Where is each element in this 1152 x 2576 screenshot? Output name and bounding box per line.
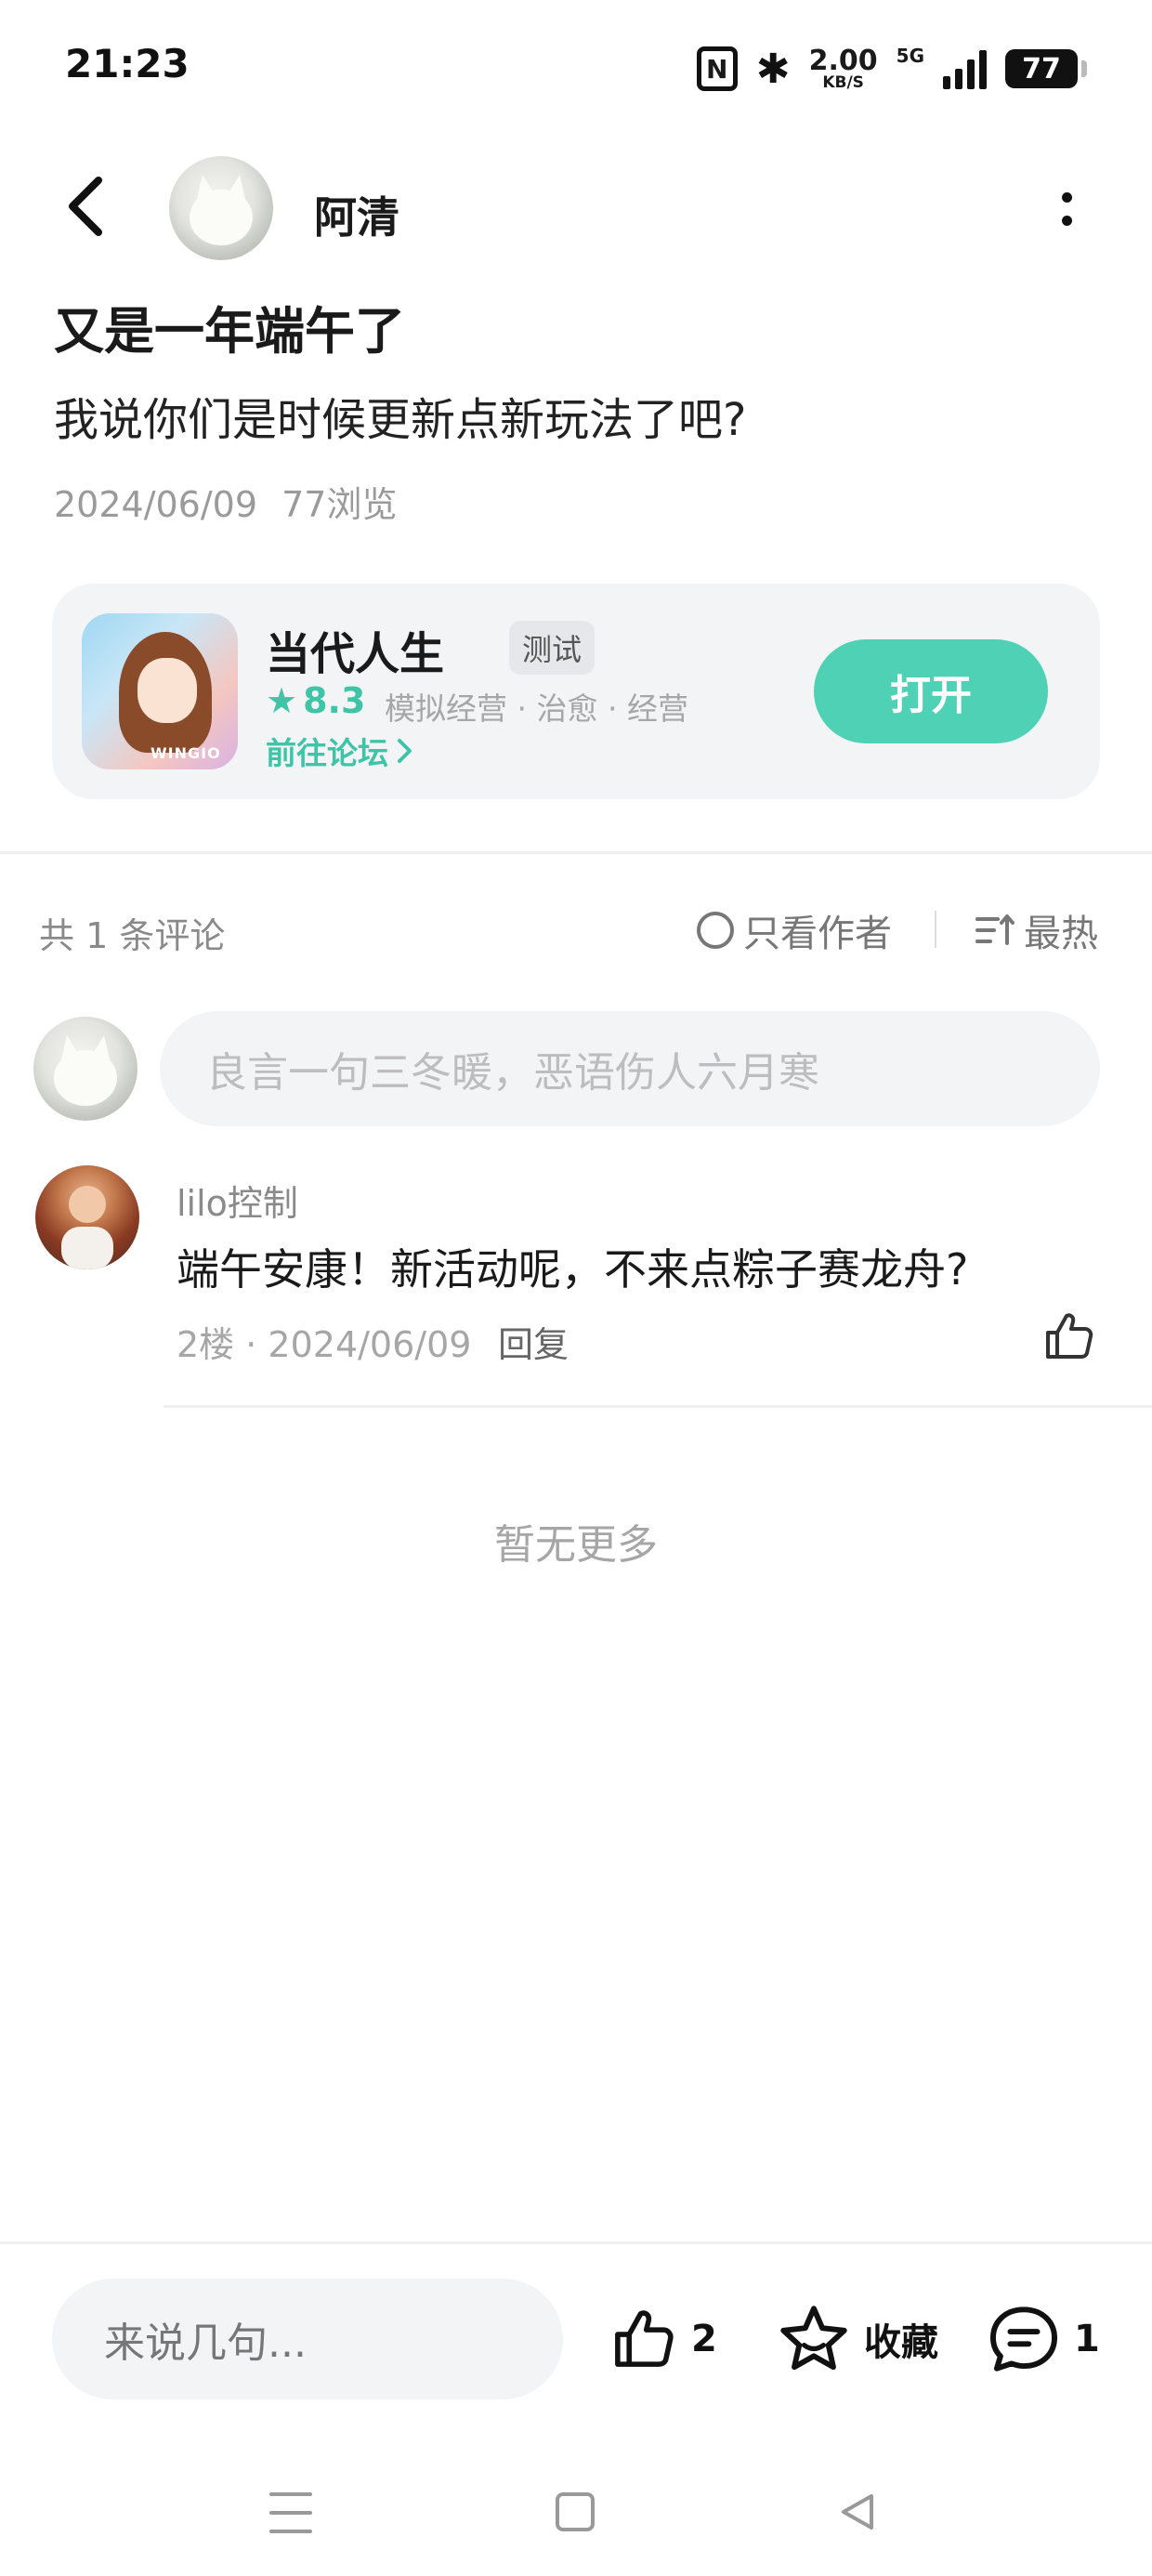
star-icon: ★ (266, 680, 298, 721)
chevron-right-icon (398, 739, 412, 763)
comment-count: 共 1 条评论 (39, 915, 226, 956)
triangle-back-icon (842, 2494, 873, 2530)
person-avatar-image (61, 1186, 113, 1269)
comment-input[interactable]: 良言一句三冬暖，恶语伤人六月寒 (160, 1011, 1100, 1126)
radio-circle-icon (697, 912, 734, 949)
more-button[interactable] (1050, 186, 1083, 232)
app-card[interactable]: WINGIO 当代人生 测试 ★ 8.3 模拟经营 · 治愈 · 经营 前往论坛… (52, 584, 1100, 799)
speech-bubble-icon (989, 2307, 1058, 2372)
section-divider (0, 851, 1152, 854)
forum-link[interactable]: 前往论坛 (266, 729, 414, 773)
forum-link-label: 前往论坛 (266, 735, 388, 771)
comment-count-badge: 1 (1074, 2318, 1100, 2360)
commenter-name[interactable]: lilo控制 (177, 1175, 298, 1226)
system-nav-bar (0, 2453, 1152, 2576)
author-avatar[interactable] (169, 156, 273, 260)
chevron-left-icon (69, 177, 102, 236)
header-separator (935, 911, 936, 948)
post-meta: 2024/06/09 77浏览 (54, 476, 397, 527)
back-button[interactable] (58, 173, 113, 240)
vertical-dots-icon (1061, 192, 1072, 203)
thumbs-up-icon (615, 2310, 674, 2367)
signal-icon (943, 48, 987, 89)
battery-icon: 77 (1005, 49, 1087, 88)
cat-avatar-image (190, 175, 253, 245)
author-only-label: 只看作者 (743, 913, 892, 955)
open-app-button[interactable]: 打开 (814, 639, 1048, 743)
comment-text: 端午安康！新活动呢，不来点粽子赛龙舟? (177, 1244, 969, 1295)
nfc-icon: N (696, 46, 738, 91)
bluetooth-icon: ✱ (755, 45, 791, 93)
post-views: 77浏览 (281, 484, 398, 525)
network-speed-value: 2.00 (808, 44, 878, 77)
favorite-button[interactable]: 收藏 (777, 2305, 938, 2373)
comment-meta: 2楼 · 2024/06/09 (177, 1324, 472, 1365)
quick-comment-input[interactable]: 来说几句... (52, 2279, 563, 2399)
app-tags: 模拟经营 · 治愈 · 经营 (385, 690, 688, 727)
network-speed: 2.00 KB/S (808, 44, 878, 92)
like-button[interactable]: 2 (608, 2305, 717, 2373)
sort-label: 最热 (1024, 913, 1098, 955)
app-icon: WINGIO (82, 613, 238, 769)
reply-button[interactable]: 回复 (498, 1316, 569, 1367)
commenter-avatar[interactable] (35, 1165, 139, 1269)
post-title: 又是一年端午了 (54, 302, 405, 361)
network-type: 5G (896, 45, 924, 67)
bottom-divider (0, 2241, 1152, 2244)
my-avatar (33, 1017, 137, 1121)
nav-home-button[interactable] (556, 2492, 595, 2531)
sort-icon (975, 914, 1015, 945)
status-icons: N ✱ 2.00 KB/S 5G 77 (696, 41, 1087, 97)
post-body: 我说你们是时候更新点新玩法了吧? (54, 394, 747, 446)
cat-avatar-image (54, 1035, 117, 1106)
like-count: 2 (691, 2318, 717, 2360)
status-time: 21:23 (65, 41, 190, 86)
no-more-text: 暂无更多 (494, 1521, 658, 1569)
menu-icon (269, 2492, 312, 2496)
star-outline-icon (780, 2306, 847, 2371)
thumbs-up-icon (1046, 1313, 1093, 1359)
favorite-label: 收藏 (864, 2321, 938, 2364)
nav-back-button[interactable] (836, 2491, 879, 2533)
app-name: 当代人生 (266, 628, 445, 680)
comment-like-button[interactable] (1041, 1308, 1096, 1364)
sort-button[interactable]: 最热 (974, 903, 1098, 957)
app-rating-value: 8.3 (303, 680, 366, 721)
app-icon-label: WINGIO (151, 744, 221, 762)
network-speed-unit: KB/S (822, 72, 864, 92)
comment-button[interactable]: 1 (987, 2305, 1100, 2373)
author-only-toggle[interactable]: 只看作者 (697, 903, 892, 957)
post-date: 2024/06/09 (54, 484, 258, 525)
status-bar: 21:23 N ✱ 2.00 KB/S 5G 77 (0, 0, 1152, 139)
author-name[interactable]: 阿清 (314, 184, 399, 245)
comment-divider (164, 1405, 1152, 1408)
app-rating: ★ 8.3 (266, 680, 365, 721)
nav-menu-button[interactable] (269, 2492, 312, 2533)
app-test-badge: 测试 (509, 621, 596, 675)
